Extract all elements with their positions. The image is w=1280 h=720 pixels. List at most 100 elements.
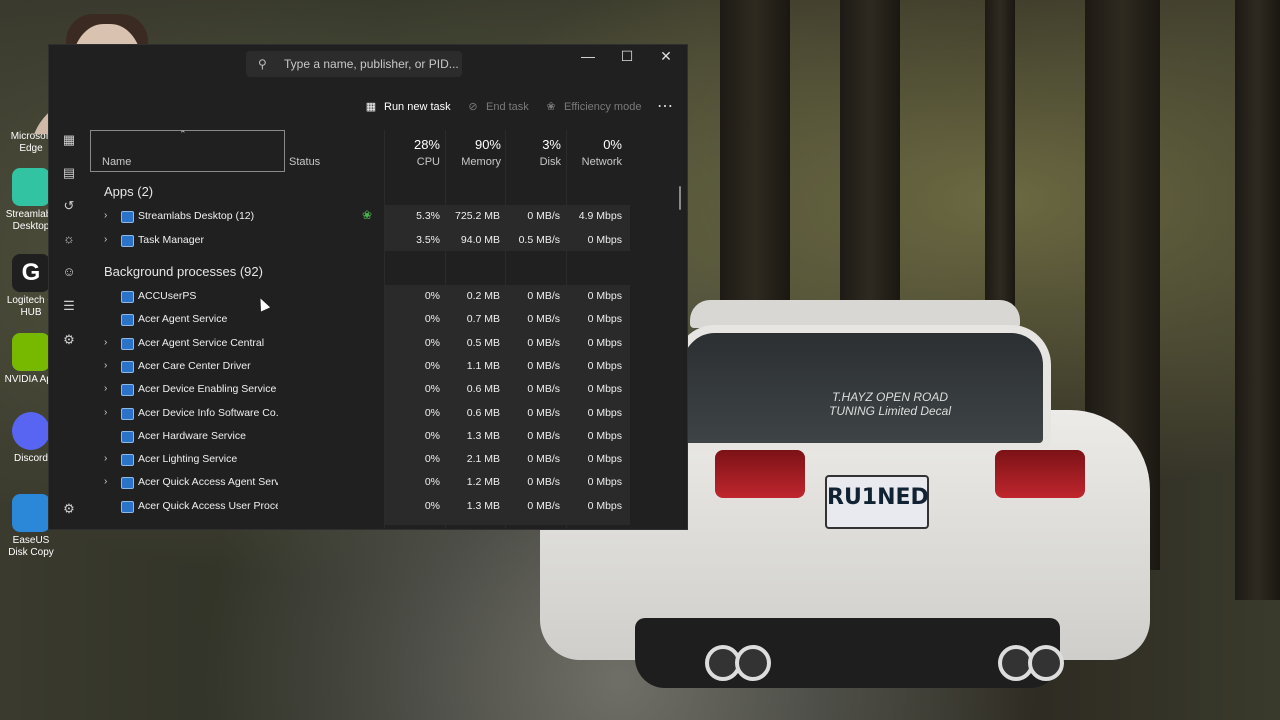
process-memory: 1.3 MB bbox=[466, 499, 500, 512]
process-icon bbox=[121, 291, 134, 303]
name-column-header[interactable]: ⌃ Name bbox=[90, 129, 285, 172]
process-network: 0 Mbps bbox=[587, 453, 622, 466]
process-row[interactable]: › Acer Care Center Driver 0% 1.1 MB 0 MB/s 0 … bbox=[92, 355, 632, 378]
process-icon bbox=[121, 314, 134, 327]
process-row[interactable]: › Acer Agent Service Central 0% 0.5 MB 0 MB/… bbox=[92, 332, 632, 355]
close-button[interactable]: ✕ bbox=[646, 44, 686, 68]
process-cpu: 0% bbox=[424, 313, 440, 326]
memory-column-header[interactable]: 90% Memory bbox=[446, 137, 501, 168]
process-row[interactable]: › Acer Device Info Software Co... 0% 0.6 MB… bbox=[92, 402, 632, 425]
background-processes-group-header: Background processes (92) bbox=[104, 264, 263, 279]
expand-chevron-icon[interactable]: › bbox=[104, 234, 107, 245]
process-name: Acer Agent Service bbox=[138, 313, 228, 326]
process-name: Acer Device Info Software Co... bbox=[138, 406, 278, 419]
background-tree bbox=[1235, 0, 1280, 600]
expand-chevron-icon[interactable]: › bbox=[104, 337, 107, 348]
leaf-icon: ❀ bbox=[546, 101, 556, 113]
process-network: 0 Mbps bbox=[587, 359, 622, 372]
run-task-icon: ▦ bbox=[365, 101, 377, 113]
end-task-label: End task bbox=[486, 101, 529, 113]
run-new-task-button[interactable]: ▦ Run new task bbox=[364, 98, 451, 116]
process-memory: 0.6 MB bbox=[466, 383, 500, 396]
process-cpu: 0% bbox=[424, 429, 440, 442]
process-name: Acer Device Enabling Service ... bbox=[138, 383, 278, 396]
car-bumper bbox=[635, 618, 1060, 688]
search-input[interactable]: ⚲ Type a name, publisher, or PID... bbox=[246, 51, 462, 77]
status-column-header[interactable]: Status bbox=[289, 156, 320, 168]
services-icon[interactable]: ⚙ bbox=[60, 331, 78, 349]
exhaust-icon bbox=[735, 645, 771, 681]
process-disk: 0 MB/s bbox=[527, 210, 560, 222]
memory-label: Memory bbox=[461, 156, 501, 168]
scrollbar-thumb[interactable] bbox=[679, 186, 681, 210]
process-row[interactable]: Acer Hardware Service 0% 1.3 MB 0 MB/s 0 Mbp… bbox=[92, 425, 632, 448]
process-row[interactable]: › Acer Device Enabling Service ... 0% 0.6 M… bbox=[92, 378, 632, 401]
streamlabs-icon bbox=[12, 168, 50, 206]
process-icon bbox=[121, 500, 134, 513]
column-header: ⌃ Name Status 28% CPU 90% Memory 3% Disk… bbox=[90, 129, 638, 172]
desktop-icon-label: EaseUS Disk Copy bbox=[8, 535, 54, 558]
process-memory: 0.2 MB bbox=[466, 290, 500, 302]
processes-icon[interactable]: ▦ bbox=[60, 131, 78, 149]
discord-icon bbox=[12, 412, 50, 450]
maximize-button[interactable]: ☐ bbox=[607, 44, 647, 68]
car-taillight-left bbox=[715, 450, 805, 498]
performance-icon[interactable]: ▤ bbox=[60, 164, 78, 182]
process-row[interactable]: ACCUserPS 0% 0.2 MB 0 MB/s 0 Mbps bbox=[92, 285, 632, 308]
process-row[interactable]: › Acer Lighting Service 0% 2.1 MB 0 MB/s 0 Mb… bbox=[92, 448, 632, 471]
process-cpu: 0% bbox=[424, 383, 440, 396]
expand-chevron-icon[interactable]: › bbox=[104, 360, 107, 371]
process-memory: 0.7 MB bbox=[466, 313, 500, 326]
end-task-button[interactable]: ⊘ End task bbox=[466, 98, 529, 116]
process-row[interactable]: › Acer Quick Access Agent Servi... 0% 1.2 M… bbox=[92, 471, 632, 494]
process-cpu: 3.5% bbox=[416, 233, 440, 246]
expand-chevron-icon[interactable]: › bbox=[104, 210, 107, 221]
process-icon bbox=[121, 234, 134, 247]
cpu-column-header[interactable]: 28% CPU bbox=[385, 137, 440, 168]
logitech-g-icon: G bbox=[12, 254, 50, 292]
process-disk: 0 MB/s bbox=[527, 290, 560, 302]
expand-chevron-icon[interactable]: › bbox=[104, 476, 107, 487]
search-icon: ⚲ bbox=[258, 57, 267, 71]
disk-percent: 3% bbox=[542, 137, 561, 152]
name-column-label: Name bbox=[102, 156, 132, 168]
efficiency-mode-label: Efficiency mode bbox=[564, 101, 642, 113]
process-row[interactable]: › Task Manager 3.5% 94.0 MB 0.5 MB/s 0 Mbps bbox=[92, 229, 632, 252]
process-disk: 0 MB/s bbox=[527, 476, 560, 489]
process-cpu: 0% bbox=[424, 406, 440, 419]
process-cpu: 5.3% bbox=[416, 210, 440, 222]
efficiency-mode-button[interactable]: ❀ Efficiency mode bbox=[544, 98, 641, 116]
network-column-header[interactable]: 0% Network bbox=[567, 137, 622, 168]
expand-chevron-icon[interactable]: › bbox=[104, 453, 107, 464]
process-row[interactable]: Acer Quick Access User Process 0% 1.3 MB 0 … bbox=[92, 495, 632, 518]
process-name: Task Manager bbox=[138, 233, 204, 246]
apps-group-header: Apps (2) bbox=[104, 184, 154, 199]
minimize-button[interactable]: — bbox=[568, 44, 608, 68]
desktop-icon-label: Discord bbox=[14, 453, 48, 464]
more-options-button[interactable]: ⋯ bbox=[657, 98, 673, 116]
users-icon[interactable]: ☺ bbox=[60, 263, 78, 281]
process-memory: 1.1 MB bbox=[466, 359, 500, 372]
process-cpu: 0% bbox=[424, 476, 440, 489]
process-memory: 1.3 MB bbox=[466, 429, 500, 442]
app-history-icon[interactable]: ↺ bbox=[60, 197, 78, 215]
process-row[interactable]: Acer Agent Service 0% 0.7 MB 0 MB/s 0 Mbps bbox=[92, 308, 632, 331]
startup-apps-icon[interactable]: ☼ bbox=[60, 230, 78, 248]
process-icon bbox=[121, 211, 134, 223]
process-disk: 0 MB/s bbox=[527, 383, 560, 396]
car-rear-window bbox=[675, 325, 1051, 451]
expand-chevron-icon[interactable]: › bbox=[104, 407, 107, 418]
process-cpu: 0% bbox=[424, 359, 440, 372]
process-name: Acer Agent Service Central bbox=[138, 336, 265, 349]
process-icon bbox=[121, 477, 134, 490]
process-memory: 0.5 MB bbox=[466, 336, 500, 349]
details-icon[interactable]: ☰ bbox=[60, 297, 78, 315]
disk-column-header[interactable]: 3% Disk bbox=[506, 137, 561, 168]
process-row[interactable]: › Streamlabs Desktop (12) 5.3% 725.2 MB 0 MB… bbox=[92, 205, 632, 228]
process-cpu: 0% bbox=[424, 336, 440, 349]
settings-icon[interactable]: ⚙ bbox=[60, 500, 78, 518]
network-percent: 0% bbox=[603, 137, 622, 152]
expand-chevron-icon[interactable]: › bbox=[104, 383, 107, 394]
process-disk: 0 MB/s bbox=[527, 429, 560, 442]
nvidia-icon bbox=[12, 333, 50, 371]
